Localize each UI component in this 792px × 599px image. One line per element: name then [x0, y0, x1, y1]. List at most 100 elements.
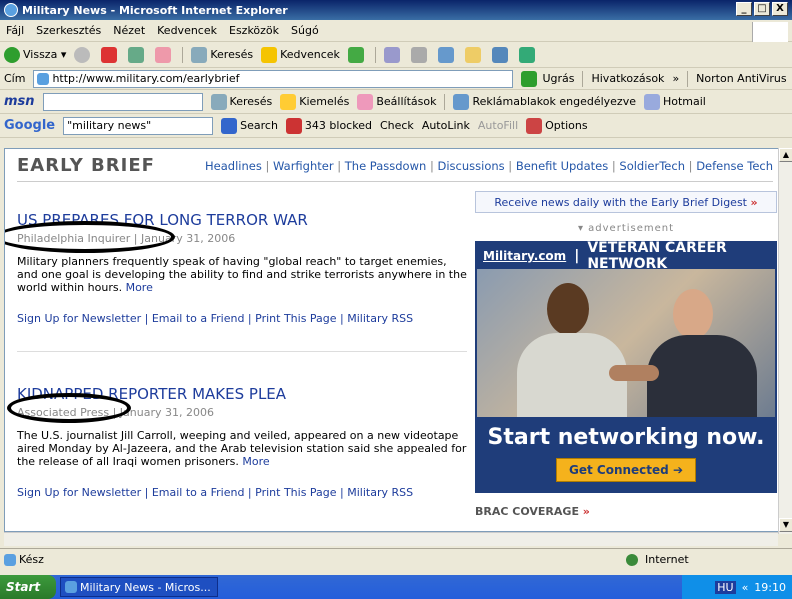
- print-link[interactable]: Print This Page: [255, 486, 336, 499]
- status-text: Kész: [19, 553, 44, 566]
- window-title: Military News - Microsoft Internet Explo…: [22, 3, 288, 17]
- menu-view[interactable]: Nézet: [111, 24, 147, 37]
- newsletter-link[interactable]: Sign Up for Newsletter: [17, 312, 141, 325]
- menu-help[interactable]: Súgó: [289, 24, 321, 37]
- brac-coverage-heading[interactable]: BRAC COVERAGE »: [475, 505, 777, 518]
- subscribe-banner[interactable]: Receive news daily with the Early Brief …: [475, 191, 777, 213]
- settings-icon: [357, 93, 374, 110]
- google-logo[interactable]: Google: [4, 118, 55, 133]
- address-bar: Cím http://www.military.com/earlybrief U…: [0, 68, 792, 90]
- nav-warfighter[interactable]: Warfighter: [273, 159, 334, 173]
- scroll-up-arrow-icon[interactable]: ▲: [779, 148, 792, 162]
- ie-icon: [4, 3, 18, 17]
- print-icon[interactable]: [410, 46, 427, 63]
- forward-arrow-icon[interactable]: [74, 46, 91, 63]
- rss-link[interactable]: Military RSS: [347, 312, 413, 325]
- mail-icon[interactable]: [383, 46, 400, 63]
- nav-headlines[interactable]: Headlines: [205, 159, 262, 173]
- internet-zone-icon: [626, 553, 638, 566]
- nav-passdown[interactable]: The Passdown: [345, 159, 427, 173]
- start-button[interactable]: Start: [0, 575, 56, 599]
- windows-logo-icon: [752, 22, 788, 42]
- popup-blocker-button[interactable]: Reklámablakok engedélyezve: [453, 93, 636, 110]
- edit-icon[interactable]: [437, 46, 454, 63]
- language-indicator[interactable]: HU: [715, 580, 736, 594]
- search-button[interactable]: Keresés: [191, 46, 253, 63]
- options-button[interactable]: Options: [526, 117, 588, 134]
- advertisement-banner[interactable]: Military.com | VETERAN CAREER NETWORK Star…: [475, 240, 777, 493]
- page-icon: [37, 72, 50, 85]
- msn-toolbar: msn Keresés Kiemelés Beállítások Rekláma…: [0, 90, 792, 114]
- menu-bar: Fájl Szerkesztés Nézet Kedvencek Eszközö…: [0, 20, 792, 42]
- section-nav: Headlines | Warfighter | The Passdown | …: [205, 159, 774, 173]
- status-bar: Kész Internet: [0, 548, 792, 570]
- close-button[interactable]: X: [772, 2, 788, 16]
- discuss-icon[interactable]: [464, 46, 481, 63]
- google-search-button[interactable]: Search: [221, 117, 278, 134]
- menu-tools[interactable]: Eszközök: [227, 24, 281, 37]
- system-tray: HU « 19:10: [682, 575, 792, 599]
- msn-logo[interactable]: msn: [4, 94, 35, 109]
- back-button[interactable]: Vissza ▾: [4, 46, 66, 63]
- page-content: EARLY BRIEF Headlines | Warfighter | The…: [4, 148, 780, 532]
- vertical-scrollbar[interactable]: ▲ ▼: [778, 148, 792, 534]
- page-icon: [4, 553, 16, 566]
- autolink-button[interactable]: AutoLink: [422, 119, 470, 132]
- msn-settings-button[interactable]: Beállítások: [357, 93, 436, 110]
- autofill-button[interactable]: AutoFill: [478, 119, 518, 132]
- maximize-button[interactable]: □: [754, 2, 770, 16]
- nav-soldiertech[interactable]: SoldierTech: [619, 159, 685, 173]
- favorites-button[interactable]: Kedvencek: [261, 46, 340, 63]
- scroll-down-arrow-icon[interactable]: ▼: [779, 518, 792, 532]
- email-friend-link[interactable]: Email to a Friend: [152, 486, 245, 499]
- print-link[interactable]: Print This Page: [255, 312, 336, 325]
- norton-antivirus-button[interactable]: Norton AntiVirus: [696, 72, 786, 85]
- annotation-oval: [7, 393, 131, 423]
- refresh-icon[interactable]: [128, 46, 145, 63]
- hotmail-button[interactable]: Hotmail: [643, 93, 706, 110]
- menu-edit[interactable]: Szerkesztés: [34, 24, 103, 37]
- menu-favorites[interactable]: Kedvencek: [155, 24, 219, 37]
- more-link[interactable]: More: [242, 455, 269, 468]
- nav-defense-tech[interactable]: Defense Tech: [696, 159, 773, 173]
- msn-search-button[interactable]: Keresés: [210, 93, 272, 110]
- history-icon[interactable]: [347, 46, 364, 63]
- home-icon[interactable]: [155, 46, 172, 63]
- article-links: Sign Up for Newsletter | Email to a Frie…: [17, 312, 414, 325]
- google-search-input[interactable]: "military news": [63, 116, 214, 135]
- handshake-photo: [477, 269, 775, 417]
- menu-file[interactable]: Fájl: [4, 24, 26, 37]
- taskbar-item-browser[interactable]: Military News - Micros...: [60, 577, 218, 597]
- newsletter-link[interactable]: Sign Up for Newsletter: [17, 486, 141, 499]
- search-icon: [210, 93, 227, 110]
- more-link[interactable]: More: [126, 281, 153, 294]
- back-arrow-icon: [4, 46, 20, 63]
- go-button[interactable]: Ugrás: [542, 72, 574, 85]
- rss-link[interactable]: Military RSS: [347, 486, 413, 499]
- standard-toolbar: Vissza ▾ Keresés Kedvencek: [0, 42, 792, 68]
- ad-headline: Start networking now.: [487, 425, 765, 450]
- page-title: EARLY BRIEF: [17, 155, 155, 176]
- spell-check-button[interactable]: Check: [380, 119, 414, 132]
- horizontal-scrollbar[interactable]: [4, 532, 778, 546]
- popups-blocked-button[interactable]: 343 blocked: [285, 117, 372, 134]
- go-arrow-icon[interactable]: [521, 70, 538, 87]
- stop-icon[interactable]: [101, 46, 118, 63]
- taskbar: Start Military News - Micros... HU « 19:…: [0, 575, 792, 599]
- nav-benefit-updates[interactable]: Benefit Updates: [516, 159, 608, 173]
- minimize-button[interactable]: _: [736, 2, 752, 16]
- research-icon[interactable]: [518, 46, 535, 63]
- nav-discussions[interactable]: Discussions: [437, 159, 504, 173]
- hotmail-icon: [643, 93, 660, 110]
- messenger-icon[interactable]: [491, 46, 508, 63]
- blocker-icon: [285, 117, 302, 134]
- msn-highlight-button[interactable]: Kiemelés: [280, 93, 349, 110]
- address-input[interactable]: http://www.military.com/earlybrief: [33, 69, 514, 88]
- options-icon: [526, 117, 543, 134]
- ie-icon: [65, 581, 77, 593]
- article-links: Sign Up for Newsletter | Email to a Frie…: [17, 486, 414, 499]
- get-connected-button[interactable]: Get Connected ➔: [556, 458, 696, 482]
- msn-search-input[interactable]: [42, 92, 203, 111]
- links-button[interactable]: Hivatkozások: [591, 72, 664, 85]
- email-friend-link[interactable]: Email to a Friend: [152, 312, 245, 325]
